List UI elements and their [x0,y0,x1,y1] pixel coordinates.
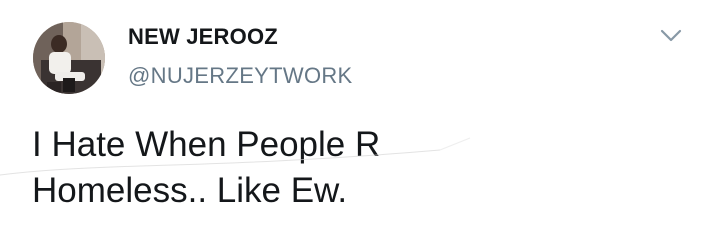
avatar[interactable] [33,22,105,94]
tweet-text: I Hate When People R Homeless.. Like Ew. [32,122,592,214]
tweet-card[interactable]: NEW JEROOZ @NUJERZEYTWORK I Hate When Pe… [0,0,720,240]
avatar-photo [33,22,105,94]
tweet-text-line: Homeless.. Like Ew. [32,171,348,210]
tweet-text-line: I Hate When People R [32,125,381,164]
display-name[interactable]: NEW JEROOZ [128,24,278,50]
user-handle[interactable]: @NUJERZEYTWORK [128,63,353,89]
chevron-down-icon[interactable] [658,22,684,48]
